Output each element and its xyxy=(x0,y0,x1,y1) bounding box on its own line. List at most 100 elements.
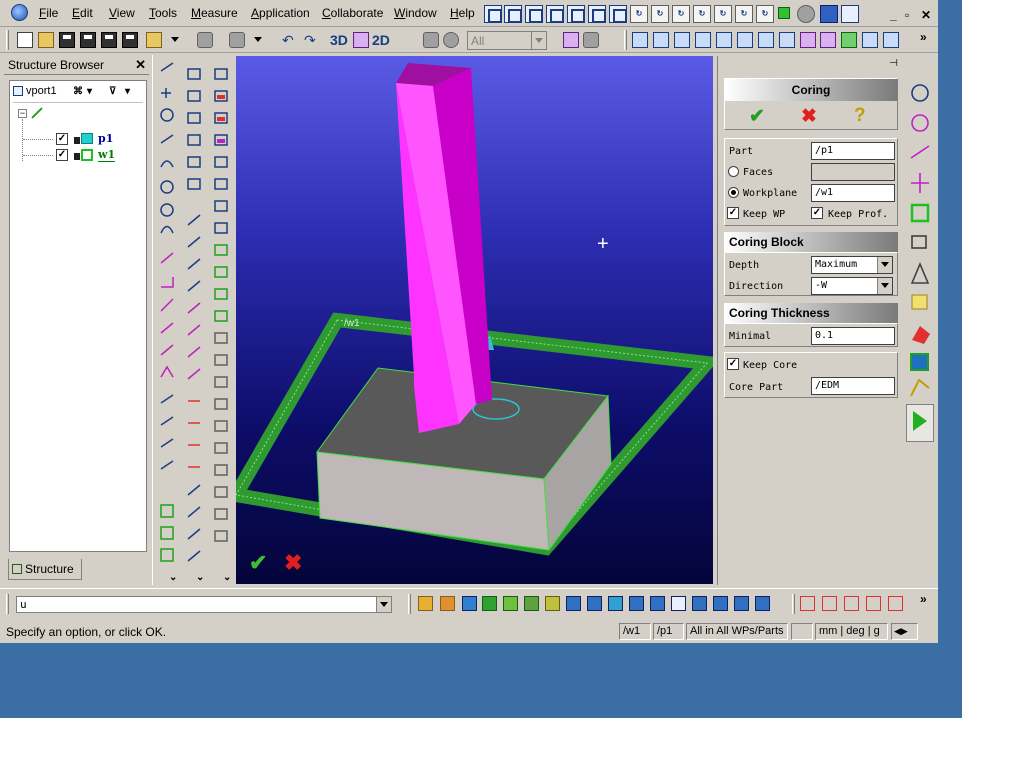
coring-ok-button[interactable]: ✔ xyxy=(749,105,765,128)
coring-cancel-button[interactable]: ✖ xyxy=(801,105,817,128)
dropdown-arrow-icon[interactable] xyxy=(254,37,262,42)
workplane-tool-button[interactable] xyxy=(588,5,606,23)
menu-help[interactable]: Help xyxy=(450,6,475,20)
right-toolbar-icons[interactable] xyxy=(906,78,934,443)
redo-icon[interactable]: ↷ xyxy=(304,32,320,48)
rotate-view-button[interactable]: ↻ xyxy=(735,5,753,23)
binoculars-icon[interactable]: ⌘ xyxy=(73,86,83,97)
structure-tree[interactable]: vport1 ⌘ ▾ ⊽ ▾ − ✓ p1 ✓ w1 xyxy=(9,80,147,552)
workplane-visible-checkbox[interactable]: ✓ xyxy=(56,149,68,161)
feature-tool-icon[interactable] xyxy=(713,596,728,611)
view-front-icon[interactable] xyxy=(632,32,648,48)
status-part[interactable]: /p1 xyxy=(653,623,684,640)
view-hidden-icon[interactable] xyxy=(737,32,753,48)
render-alt-icon[interactable] xyxy=(820,32,836,48)
status-workplane[interactable]: /w1 xyxy=(619,623,651,640)
snap-grid-icon[interactable] xyxy=(841,5,859,23)
keep-prof-checkbox[interactable]: ✓ xyxy=(811,207,823,219)
menu-tools[interactable]: Tools xyxy=(149,6,177,20)
view-wire-icon[interactable] xyxy=(716,32,732,48)
feature-tool-icon[interactable] xyxy=(755,596,770,611)
clipboard-icon[interactable] xyxy=(229,32,245,48)
comment-icon[interactable] xyxy=(443,32,459,48)
restore-button[interactable]: ▫ xyxy=(905,8,909,22)
workplane-tool-button[interactable] xyxy=(504,5,522,23)
view-grid-icon[interactable] xyxy=(779,32,795,48)
dimension-tool-icon[interactable] xyxy=(800,596,815,611)
feature-tool-icon[interactable] xyxy=(418,596,433,611)
minimize-button[interactable]: _ xyxy=(890,8,897,22)
zoom-all-icon[interactable] xyxy=(883,32,899,48)
toolbar-overflow-button[interactable]: » xyxy=(920,30,927,44)
workplane-tool-button[interactable] xyxy=(546,5,564,23)
view-2d-button[interactable]: 2D xyxy=(372,32,390,48)
selection-filter-dropdown[interactable]: All xyxy=(467,31,547,50)
tool-palette-icons[interactable] xyxy=(153,55,235,570)
status-units[interactable]: mm | deg | g xyxy=(815,623,888,640)
workplane-tool-button[interactable] xyxy=(609,5,627,23)
save-icon[interactable] xyxy=(59,32,75,48)
viewport-cancel-button[interactable]: ✖ xyxy=(284,550,302,576)
part-visible-checkbox[interactable]: ✓ xyxy=(56,133,68,145)
measure-icon[interactable] xyxy=(563,32,579,48)
rotate-view-button[interactable]: ↻ xyxy=(651,5,669,23)
open-folder-icon[interactable] xyxy=(38,32,54,48)
menu-edit[interactable]: Edit xyxy=(72,6,93,20)
keep-wp-checkbox[interactable]: ✓ xyxy=(727,207,739,219)
coring-help-button[interactable]: ? xyxy=(854,105,866,127)
toolbar-grip[interactable] xyxy=(792,594,795,614)
collapse-toggle[interactable]: − xyxy=(18,109,27,118)
calculator-icon[interactable] xyxy=(820,5,838,23)
save-as-icon[interactable] xyxy=(80,32,96,48)
faces-input[interactable] xyxy=(811,163,895,181)
toolbar-grip[interactable] xyxy=(624,30,627,50)
menu-collaborate[interactable]: Collaborate xyxy=(322,6,383,20)
zoom-fit-icon[interactable] xyxy=(841,32,857,48)
viewport-selector[interactable]: vport1 ⌘ ▾ ⊽ ▾ xyxy=(13,84,143,100)
dropdown-arrow-icon[interactable] xyxy=(171,37,179,42)
palette-expand-icon[interactable]: ⌄ xyxy=(196,572,204,583)
direction-dropdown[interactable]: -W xyxy=(811,277,893,295)
layout-icon[interactable] xyxy=(353,32,369,48)
close-window-button[interactable]: ✕ xyxy=(921,8,931,22)
dimension-tool-icon[interactable] xyxy=(866,596,881,611)
pin-icon[interactable]: ⊣ xyxy=(889,58,898,69)
feature-tool-icon[interactable] xyxy=(440,596,455,611)
render-icon[interactable] xyxy=(800,32,816,48)
rotate-view-button[interactable]: ↻ xyxy=(672,5,690,23)
viewport-ok-button[interactable]: ✔ xyxy=(249,550,267,576)
filter-icon[interactable]: ⊽ xyxy=(109,86,116,97)
feature-tool-icon[interactable] xyxy=(482,596,497,611)
toolbar-grip[interactable] xyxy=(6,594,9,614)
command-bar-overflow-button[interactable]: » xyxy=(920,592,927,606)
rotate-view-button[interactable]: ↻ xyxy=(714,5,732,23)
chevron-down-icon[interactable] xyxy=(877,257,892,273)
green-cube-icon[interactable] xyxy=(778,7,790,19)
save-vpart-alt-icon[interactable] xyxy=(122,32,138,48)
zoom-window-icon[interactable] xyxy=(862,32,878,48)
feature-tool-icon[interactable] xyxy=(608,596,623,611)
app-logo-icon[interactable] xyxy=(11,4,28,21)
chevron-down-icon[interactable]: ▾ xyxy=(125,86,130,97)
select-cursor-icon[interactable] xyxy=(423,32,439,48)
menu-window[interactable]: Window xyxy=(394,6,437,20)
workplane-tool-button[interactable] xyxy=(567,5,585,23)
minimal-input[interactable]: 0.1 xyxy=(811,327,895,345)
chevron-down-icon[interactable] xyxy=(877,278,892,294)
command-input[interactable]: u xyxy=(16,596,392,613)
menu-file[interactable]: File xyxy=(39,6,58,20)
menu-view[interactable]: View xyxy=(109,6,135,20)
core-part-input[interactable]: /EDM xyxy=(811,377,895,395)
cut-icon[interactable] xyxy=(583,32,599,48)
new-file-icon[interactable] xyxy=(17,32,33,48)
keep-core-checkbox[interactable]: ✓ xyxy=(727,358,739,370)
feature-tool-icon[interactable] xyxy=(587,596,602,611)
faces-radio[interactable] xyxy=(728,166,739,177)
run-tab[interactable] xyxy=(906,404,934,442)
menu-application[interactable]: Application xyxy=(251,6,310,20)
feature-tool-icon[interactable] xyxy=(545,596,560,611)
print-icon[interactable] xyxy=(197,32,213,48)
3d-viewport[interactable]: /w1 + ✔ ✖ xyxy=(236,56,713,584)
rotate-view-button[interactable]: ↻ xyxy=(630,5,648,23)
feature-tool-icon[interactable] xyxy=(566,596,581,611)
